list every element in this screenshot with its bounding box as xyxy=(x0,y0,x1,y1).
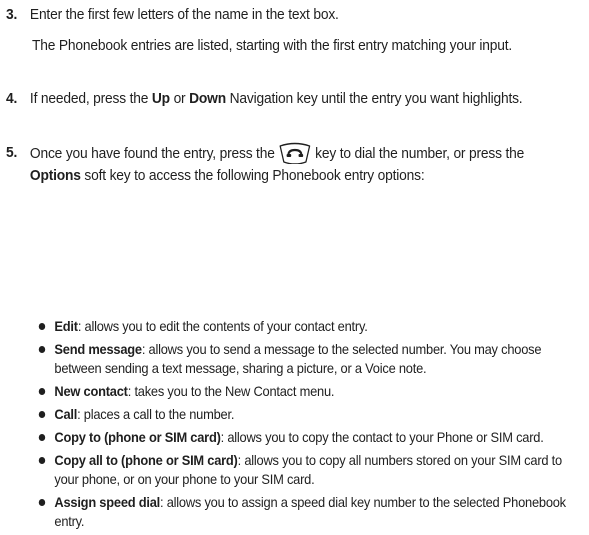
bullet-icon xyxy=(38,411,46,418)
list-item: Send message: allows you to send a messa… xyxy=(36,340,579,378)
options-key-label: Options xyxy=(29,167,81,184)
up-key-label: Up xyxy=(151,90,170,107)
bullet-icon xyxy=(38,323,46,330)
bullet-icon xyxy=(38,457,46,464)
list-item: Copy all to (phone or SIM card): allows … xyxy=(36,451,579,489)
bullet-icon xyxy=(38,388,46,395)
option-term: New contact xyxy=(54,383,128,399)
list-item: Assign speed dial: allows you to assign … xyxy=(36,493,579,531)
step-text-pre: If needed, press the xyxy=(29,90,152,107)
send-key-icon xyxy=(278,142,311,165)
step-text: If needed, press the Up or Down Navigati… xyxy=(30,88,567,110)
step-4: 4. If needed, press the Up or Down Navig… xyxy=(6,88,567,110)
list-item: Call: places a call to the number. xyxy=(36,405,579,424)
list-item: Edit: allows you to edit the contents of… xyxy=(36,317,579,336)
bullet-icon xyxy=(38,499,46,506)
options-list: Edit: allows you to edit the contents of… xyxy=(36,317,579,535)
step-text-or: or xyxy=(169,90,190,107)
step-text-post: Navigation key until the entry you want … xyxy=(225,90,523,107)
step-number: 3. xyxy=(6,6,18,23)
option-term: Edit xyxy=(54,318,78,334)
step-number: 4. xyxy=(6,90,18,107)
step-text: Enter the first few letters of the name … xyxy=(29,6,339,23)
option-description: : takes you to the New Contact menu. xyxy=(127,383,335,399)
option-description: : allows you to edit the contents of you… xyxy=(77,318,368,334)
option-description: : allows you to copy the contact to your… xyxy=(220,429,544,445)
step-3: 3. Enter the first few letters of the na… xyxy=(6,4,567,26)
option-term: Call xyxy=(54,406,78,422)
step-3-detail: The Phonebook entries are listed, starti… xyxy=(32,37,513,54)
step-text: Once you have found the entry, press the… xyxy=(30,142,567,187)
option-description: : places a call to the number. xyxy=(77,406,235,422)
option-term: Send message xyxy=(54,341,142,357)
document-page: 3. Enter the first few letters of the na… xyxy=(0,0,589,529)
option-term: Copy all to (phone or SIM card) xyxy=(54,452,238,468)
step-text-post: soft key to access the following Phonebo… xyxy=(80,167,425,184)
list-item: Copy to (phone or SIM card): allows you … xyxy=(36,428,579,447)
list-item: New contact: takes you to the New Contac… xyxy=(36,382,579,401)
bullet-icon xyxy=(38,346,46,353)
step-text-pre: Once you have found the entry, press the xyxy=(29,145,275,162)
down-key-label: Down xyxy=(189,90,226,107)
bullet-icon xyxy=(38,434,46,441)
option-term: Copy to (phone or SIM card) xyxy=(54,429,221,445)
step-5: 5. Once you have found the entry, press … xyxy=(6,142,567,187)
step-number: 5. xyxy=(6,144,18,161)
option-term: Assign speed dial xyxy=(54,494,161,510)
step-text-mid: key to dial the number, or press the xyxy=(315,145,525,162)
